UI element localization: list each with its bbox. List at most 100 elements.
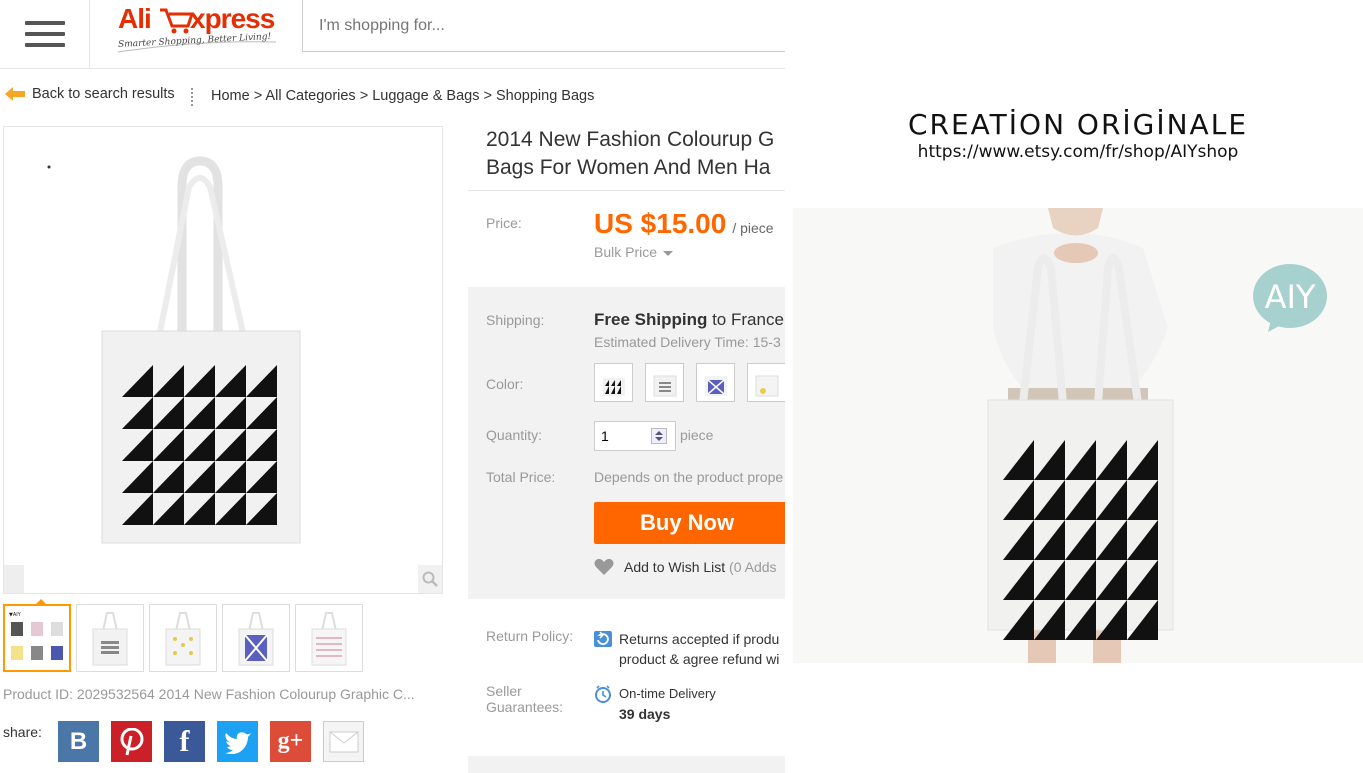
email-icon bbox=[329, 731, 358, 752]
free-shipping-text: Free Shipping bbox=[594, 310, 708, 329]
twitter-share-button[interactable] bbox=[217, 721, 258, 762]
total-price-label: Total Price: bbox=[486, 469, 556, 485]
price-unit: / piece bbox=[732, 220, 774, 236]
clock-icon bbox=[595, 685, 611, 703]
total-price-value: Depends on the product prope bbox=[594, 469, 784, 485]
back-to-results-link[interactable]: Back to search results bbox=[4, 86, 175, 102]
model-with-tote-image: AIY bbox=[793, 208, 1363, 663]
bulk-price-label: Bulk Price bbox=[594, 244, 658, 260]
email-share-button[interactable] bbox=[323, 721, 364, 762]
price-value: US $15.00 bbox=[594, 208, 727, 239]
swatch-black-triangles bbox=[603, 378, 625, 396]
thumbnail-5[interactable] bbox=[295, 604, 363, 672]
color-swatch-4[interactable] bbox=[747, 363, 785, 402]
on-time-days: 39 days bbox=[619, 706, 671, 722]
search-input[interactable] bbox=[303, 0, 785, 51]
search-box[interactable] bbox=[302, 0, 785, 52]
price-display: US $15.00 / piece bbox=[594, 208, 774, 240]
return-policy-line-1: Returns accepted if produ bbox=[619, 631, 780, 647]
thumbnail-4[interactable] bbox=[222, 604, 290, 672]
thumbnail-collage-image: ▼AIY bbox=[9, 612, 63, 660]
svg-text:Ali: Ali bbox=[118, 3, 151, 34]
thumbnail-3[interactable] bbox=[149, 604, 217, 672]
price-label: Price: bbox=[486, 215, 522, 231]
title-divider bbox=[468, 190, 785, 191]
shipping-info[interactable]: Free Shipping to France bbox=[594, 310, 784, 330]
return-policy-line-2: product & agree refund wi bbox=[619, 651, 780, 667]
breadcrumb-separator: > bbox=[249, 88, 266, 104]
vk-share-button[interactable]: B bbox=[58, 721, 99, 762]
swatch-yellow-dot bbox=[755, 375, 779, 397]
breadcrumb-home[interactable]: Home bbox=[211, 88, 250, 104]
aliexpress-logo[interactable]: Ali xpress Smarter Shopping, Better Livi… bbox=[108, 2, 283, 56]
estimated-delivery: Estimated Delivery Time: 15-3 bbox=[594, 334, 781, 350]
back-label: Back to search results bbox=[32, 86, 175, 102]
heart-icon bbox=[594, 558, 614, 575]
tote-bag-image bbox=[47, 156, 301, 544]
aliexpress-page: Ali xpress Smarter Shopping, Better Livi… bbox=[0, 0, 785, 773]
thumbnail-strip: ▼AIY bbox=[3, 599, 363, 674]
shipping-to-text: to bbox=[712, 310, 727, 329]
menu-bar bbox=[24, 32, 65, 36]
pinterest-share-button[interactable] bbox=[111, 721, 152, 762]
breadcrumb-all-categories[interactable]: All Categories bbox=[265, 88, 355, 104]
site-header: Ali xpress Smarter Shopping, Better Livi… bbox=[0, 0, 785, 69]
breadcrumb-separator: > bbox=[355, 88, 373, 104]
quantity-spinner[interactable] bbox=[651, 428, 667, 444]
wish-count: (0 Adds bbox=[729, 559, 777, 575]
breadcrumb-shopping-bags[interactable]: Shopping Bags bbox=[496, 88, 594, 104]
return-policy-label: Return Policy: bbox=[486, 628, 574, 644]
swatch-gray-stripes bbox=[653, 375, 677, 397]
share-buttons: B f g+ bbox=[58, 721, 364, 762]
return-icon bbox=[594, 631, 612, 647]
buy-now-button[interactable]: Buy Now bbox=[594, 502, 785, 544]
svg-text:▼AIY: ▼AIY bbox=[9, 612, 22, 618]
color-swatch-1[interactable] bbox=[594, 363, 633, 402]
on-time-label: On-time Delivery bbox=[619, 686, 716, 701]
on-time-delivery: On-time Delivery 39 days bbox=[619, 684, 716, 725]
buy-now-label: Buy Now bbox=[640, 510, 735, 535]
add-to-wish-list-link[interactable]: Add to Wish List (0 Adds bbox=[594, 558, 777, 576]
vk-icon: B bbox=[69, 727, 88, 755]
menu-bar bbox=[24, 43, 65, 47]
quantity-input[interactable] bbox=[595, 422, 649, 450]
quantity-stepper[interactable] bbox=[594, 421, 676, 451]
seller-label-line-1: Seller bbox=[486, 683, 522, 699]
color-swatch-3[interactable] bbox=[696, 363, 735, 402]
seller-guarantees-label: Seller Guarantees: bbox=[486, 683, 563, 715]
color-options bbox=[594, 363, 785, 402]
zoom-button[interactable] bbox=[418, 565, 442, 593]
bulk-price-toggle[interactable]: Bulk Price bbox=[594, 244, 674, 260]
product-title: 2014 New Fashion Colourup G Bags For Wom… bbox=[486, 126, 774, 182]
chevron-down-icon bbox=[663, 250, 674, 256]
hamburger-menu-button[interactable] bbox=[0, 0, 90, 68]
thumbnail-yellow-dot-bag bbox=[165, 612, 201, 666]
breadcrumb: Home > All Categories > Luggage & Bags >… bbox=[211, 88, 594, 104]
thumbnail-2[interactable] bbox=[76, 604, 144, 672]
svg-text:xpress: xpress bbox=[190, 3, 275, 34]
up-down-arrows-icon bbox=[655, 431, 663, 441]
return-policy-text: Returns accepted if produ product & agre… bbox=[619, 629, 779, 669]
product-title-line-1: 2014 New Fashion Colourup G bbox=[486, 128, 775, 151]
twitter-icon bbox=[224, 731, 251, 754]
poster-url: https://www.etsy.com/fr/shop/AIYshop bbox=[917, 142, 1239, 162]
quantity-unit: piece bbox=[680, 427, 714, 443]
facebook-share-button[interactable]: f bbox=[164, 721, 205, 762]
etsy-poster: CREATİON ORİGİNALE https://www.etsy.com/… bbox=[785, 0, 1363, 773]
shipping-country: France bbox=[731, 310, 784, 329]
seller-label-line-2: Guarantees: bbox=[486, 699, 564, 715]
pinterest-icon bbox=[120, 727, 143, 755]
color-swatch-2[interactable] bbox=[645, 363, 684, 402]
thumbnail-1[interactable]: ▼AIY bbox=[3, 599, 71, 672]
shipping-label: Shipping: bbox=[486, 312, 545, 328]
product-id: Product ID: 2029532564 2014 New Fashion … bbox=[3, 686, 415, 702]
product-title-line-2: Bags For Women And Men Ha bbox=[486, 156, 771, 179]
google-plus-share-button[interactable]: g+ bbox=[270, 721, 311, 762]
breadcrumb-luggage-bags[interactable]: Luggage & Bags bbox=[372, 88, 479, 104]
main-product-image[interactable] bbox=[3, 126, 443, 594]
breadcrumb-bar: Back to search results Home > All Catego… bbox=[0, 86, 785, 110]
model-photo: AIY bbox=[793, 208, 1363, 663]
aiy-logo: AIY bbox=[1265, 278, 1316, 316]
facebook-icon: f bbox=[179, 724, 190, 758]
active-thumb-caret bbox=[35, 599, 47, 605]
